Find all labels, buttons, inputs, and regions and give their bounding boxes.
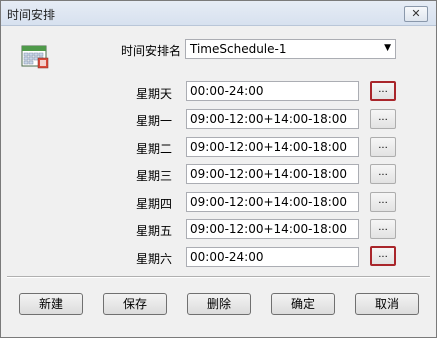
- monday-time-field[interactable]: 09:00-12:00+14:00-18:00: [186, 109, 359, 129]
- tuesday-time-value: 09:00-12:00+14:00-18:00: [190, 140, 348, 154]
- wednesday-time-value: 09:00-12:00+14:00-18:00: [190, 167, 348, 181]
- wednesday-browse-button[interactable]: ...: [370, 164, 396, 184]
- day-label-sunday: 星期天: [136, 87, 173, 101]
- schedule-name-value: TimeSchedule-1: [190, 42, 287, 56]
- save-button[interactable]: 保存: [103, 293, 167, 315]
- schedule-name-label: 时间安排名: [121, 44, 182, 58]
- saturday-time-field[interactable]: 00:00-24:00: [186, 247, 359, 267]
- calendar-icon: [21, 43, 49, 69]
- friday-browse-button[interactable]: ...: [370, 219, 396, 239]
- title-bar: 时间安排 ✕: [1, 1, 436, 26]
- day-label-tuesday: 星期二: [136, 142, 173, 156]
- window-title: 时间安排: [7, 8, 56, 22]
- wednesday-time-field[interactable]: 09:00-12:00+14:00-18:00: [186, 164, 359, 184]
- sunday-browse-button[interactable]: ...: [370, 81, 396, 101]
- close-button[interactable]: ✕: [404, 6, 428, 22]
- cancel-button[interactable]: 取消: [355, 293, 419, 315]
- friday-time-value: 09:00-12:00+14:00-18:00: [190, 222, 348, 236]
- sunday-time-value: 00:00-24:00: [190, 84, 264, 98]
- tuesday-time-field[interactable]: 09:00-12:00+14:00-18:00: [186, 137, 359, 157]
- schedule-name-select[interactable]: TimeSchedule-1 ▼: [185, 39, 396, 59]
- thursday-time-value: 09:00-12:00+14:00-18:00: [190, 195, 348, 209]
- monday-time-value: 09:00-12:00+14:00-18:00: [190, 112, 348, 126]
- thursday-time-field[interactable]: 09:00-12:00+14:00-18:00: [186, 192, 359, 212]
- schedule-dialog: 时间安排 ✕ 时间安排名 TimeSchedule-1 ▼ 星期天 00:00-…: [0, 0, 437, 338]
- divider: [7, 276, 430, 278]
- day-label-thursday: 星期四: [136, 197, 173, 211]
- day-label-wednesday: 星期三: [136, 169, 173, 183]
- ok-button[interactable]: 确定: [271, 293, 335, 315]
- friday-time-field[interactable]: 09:00-12:00+14:00-18:00: [186, 219, 359, 239]
- new-button[interactable]: 新建: [19, 293, 83, 315]
- day-label-monday: 星期一: [136, 114, 173, 128]
- tuesday-browse-button[interactable]: ...: [370, 137, 396, 157]
- thursday-browse-button[interactable]: ...: [370, 192, 396, 212]
- chevron-down-icon[interactable]: ▼: [384, 43, 391, 53]
- saturday-browse-button[interactable]: ...: [370, 246, 396, 266]
- day-label-saturday: 星期六: [136, 252, 173, 266]
- sunday-time-field[interactable]: 00:00-24:00: [186, 81, 359, 101]
- saturday-time-value: 00:00-24:00: [190, 250, 264, 264]
- delete-button[interactable]: 删除: [187, 293, 251, 315]
- monday-browse-button[interactable]: ...: [370, 109, 396, 129]
- day-label-friday: 星期五: [136, 224, 173, 238]
